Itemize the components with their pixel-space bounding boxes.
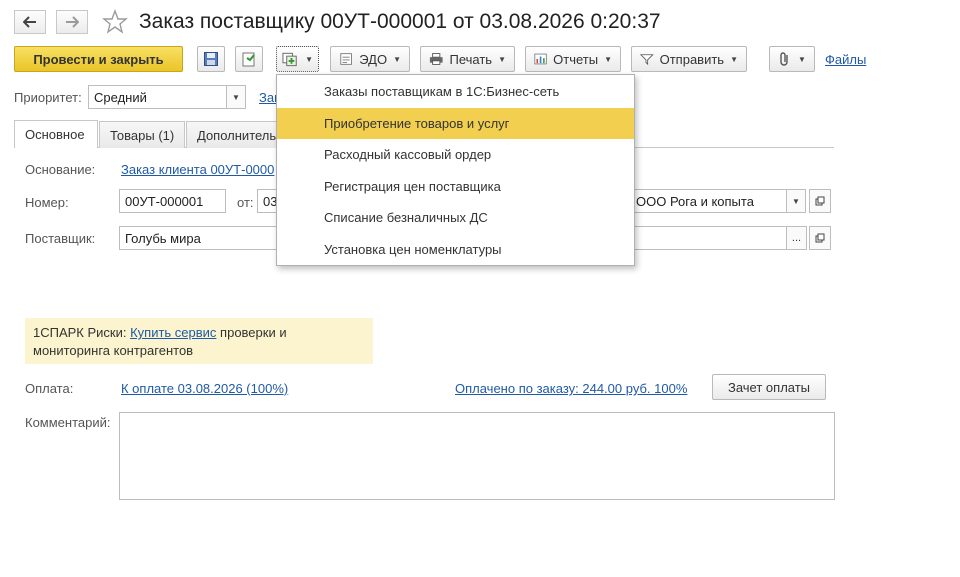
- chevron-down-icon: ▼: [604, 54, 612, 64]
- print-button[interactable]: Печать ▼: [420, 46, 515, 72]
- priority-label: Приоритет:: [14, 90, 82, 105]
- printer-icon: [429, 53, 443, 65]
- menu-item-supplier-price-registration[interactable]: Регистрация цен поставщика: [277, 171, 634, 203]
- comment-label: Комментарий:: [25, 415, 111, 430]
- back-button[interactable]: [14, 10, 46, 34]
- priority-field[interactable]: Средний: [88, 85, 227, 109]
- supplier-label: Поставщик:: [25, 231, 96, 246]
- post-and-close-button[interactable]: Провести и закрыть: [14, 46, 183, 72]
- menu-item-cash-expense-order[interactable]: Расходный кассовый ордер: [277, 139, 634, 171]
- basis-label: Основание:: [25, 162, 96, 177]
- tab-additional[interactable]: Дополнитель: [186, 121, 286, 148]
- star-icon: [102, 9, 128, 34]
- spark-notice: 1СПАРК Риски: Купить сервис проверки и м…: [25, 318, 373, 364]
- supplier-open-button[interactable]: [809, 226, 831, 250]
- send-label: Отправить: [659, 51, 725, 67]
- chevron-down-icon: ▼: [730, 54, 738, 64]
- menu-item-item-price-setting[interactable]: Установка цен номенклатуры: [277, 234, 634, 266]
- menu-item-business-network-orders[interactable]: Заказы поставщикам в 1С:Бизнес-сеть: [277, 76, 634, 108]
- paperclip-icon: [780, 52, 788, 66]
- payment-label: Оплата:: [25, 381, 74, 396]
- window-title: Заказ поставщику 00УТ-000001 от 03.08.20…: [139, 10, 661, 33]
- from-label: от:: [237, 195, 254, 210]
- edo-label: ЭДО: [359, 51, 388, 67]
- save-button[interactable]: [197, 46, 225, 72]
- reports-button[interactable]: Отчеты ▼: [525, 46, 621, 72]
- tab-goods[interactable]: Товары (1): [99, 121, 185, 148]
- reports-label: Отчеты: [553, 51, 599, 67]
- priority-dropdown-button[interactable]: ▼: [226, 85, 246, 109]
- spark-prefix: 1СПАРК Риски:: [33, 325, 131, 340]
- payment-offset-button[interactable]: Зачет оплаты: [712, 374, 826, 400]
- buy-service-link[interactable]: Купить сервис: [130, 325, 216, 340]
- open-icon: [815, 196, 825, 206]
- forward-button[interactable]: [56, 10, 88, 34]
- print-label: Печать: [449, 51, 493, 67]
- edo-icon: [340, 53, 352, 65]
- spark-suffix: проверки и: [216, 325, 287, 340]
- reports-icon: [534, 53, 547, 65]
- chevron-down-icon: ▼: [393, 54, 401, 64]
- chevron-down-icon: ▼: [305, 54, 313, 64]
- save-icon: [204, 52, 218, 66]
- organization-field[interactable]: ООО Рога и копыта: [630, 189, 787, 213]
- files-link[interactable]: Файлы: [825, 52, 866, 67]
- send-icon: [640, 54, 654, 66]
- forward-arrow-icon: [66, 16, 79, 28]
- chevron-down-icon: ▼: [792, 196, 800, 206]
- chevron-down-icon: ▼: [498, 54, 506, 64]
- create-based-on-icon: [282, 52, 297, 67]
- create-based-on-button[interactable]: ▼: [276, 46, 319, 72]
- attach-button[interactable]: ▼: [769, 46, 815, 72]
- send-button[interactable]: Отправить ▼: [631, 46, 747, 72]
- chevron-down-icon: ▼: [232, 92, 240, 102]
- tab-main[interactable]: Основное: [14, 120, 98, 148]
- open-icon: [815, 233, 825, 243]
- spark-line-1: 1СПАРК Риски: Купить сервис проверки и: [33, 324, 365, 342]
- basis-link[interactable]: Заказ клиента 00УТ-0000: [121, 162, 274, 177]
- organization-open-button[interactable]: [809, 189, 831, 213]
- comment-field[interactable]: [119, 412, 835, 500]
- payment-schedule-link[interactable]: К оплате 03.08.2026 (100%): [121, 381, 288, 396]
- menu-item-cashless-writeoff[interactable]: Списание безналичных ДС: [277, 202, 634, 234]
- edo-button[interactable]: ЭДО ▼: [330, 46, 410, 72]
- number-label: Номер:: [25, 195, 69, 210]
- number-field[interactable]: 00УТ-000001: [119, 189, 226, 213]
- organization-dropdown-button[interactable]: ▼: [786, 189, 806, 213]
- document-structure-icon: [242, 52, 255, 67]
- chevron-down-icon: ▼: [798, 54, 806, 64]
- paid-by-order-link[interactable]: Оплачено по заказу: 244.00 руб. 100%: [455, 381, 687, 396]
- supplier-select-button[interactable]: ...: [786, 226, 807, 250]
- back-arrow-icon: [23, 16, 36, 28]
- menu-item-goods-services-purchase[interactable]: Приобретение товаров и услуг: [277, 107, 634, 139]
- spark-line-2: мониторинга контрагентов: [33, 343, 194, 358]
- document-structure-button[interactable]: [235, 46, 263, 72]
- create-based-on-menu: Заказы поставщикам в 1С:Бизнес-сеть Прио…: [276, 74, 635, 266]
- favorite-star-button[interactable]: [102, 9, 128, 35]
